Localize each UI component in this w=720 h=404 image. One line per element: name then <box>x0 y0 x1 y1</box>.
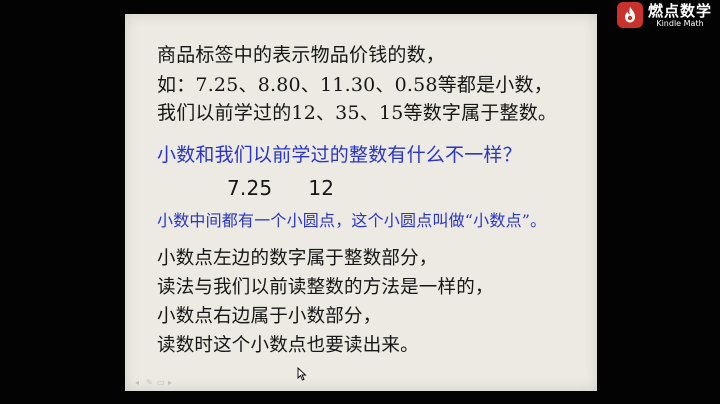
slideshow-pen-toolbar[interactable]: ◂ ✎ ▭ ▸ <box>135 379 176 387</box>
projection-area: 商品标签中的表示物品价钱的数， 如：7.25、8.80、11.30、0.58等都… <box>0 0 720 404</box>
arrow-cursor-icon <box>297 367 307 381</box>
slide-question: 小数和我们以前学过的整数有什么不一样？ <box>157 144 522 166</box>
slide-line-8: 读法与我们以前读整数的方法是一样的， <box>157 277 494 298</box>
slide-line-2: 如：7.25、8.80、11.30、0.58等都是小数， <box>157 74 553 96</box>
slide-line-10: 读数时这个小数点也要读出来。 <box>157 335 419 356</box>
menu-icon[interactable]: ▸ <box>168 379 176 387</box>
slide-line-9: 小数点右边属于小数部分， <box>157 306 382 327</box>
example-decimal: 7.25 <box>227 176 273 200</box>
logo-text: 燃点数学 Kindle Math <box>648 3 712 28</box>
logo-name-cn: 燃点数学 <box>647 1 712 20</box>
kindle-math-logo: 燃点数学 Kindle Math <box>616 2 712 28</box>
pen-icon[interactable]: ✎ <box>146 379 154 387</box>
logo-name-en: Kindle Math <box>656 18 704 28</box>
eraser-icon[interactable]: ▭ <box>157 379 165 387</box>
slide-line-3: 我们以前学过的12、35、15等数字属于整数。 <box>157 102 558 124</box>
example-integer: 12 <box>308 176 335 200</box>
slide-decimal-point-definition: 小数中间都有一个小圆点，这个小圆点叫做“小数点”。 <box>157 211 547 230</box>
video-frame: 商品标签中的表示物品价钱的数， 如：7.25、8.80、11.30、0.58等都… <box>0 0 720 404</box>
slide-line-1: 商品标签中的表示物品价钱的数， <box>157 44 446 66</box>
example-numbers: 7.25 12 <box>227 176 334 200</box>
flame-logo-icon <box>616 2 643 28</box>
presentation-slide: 商品标签中的表示物品价钱的数， 如：7.25、8.80、11.30、0.58等都… <box>125 14 597 391</box>
slide-line-7: 小数点左边的数字属于整数部分， <box>157 248 438 269</box>
arrow-icon[interactable]: ◂ <box>135 379 143 387</box>
